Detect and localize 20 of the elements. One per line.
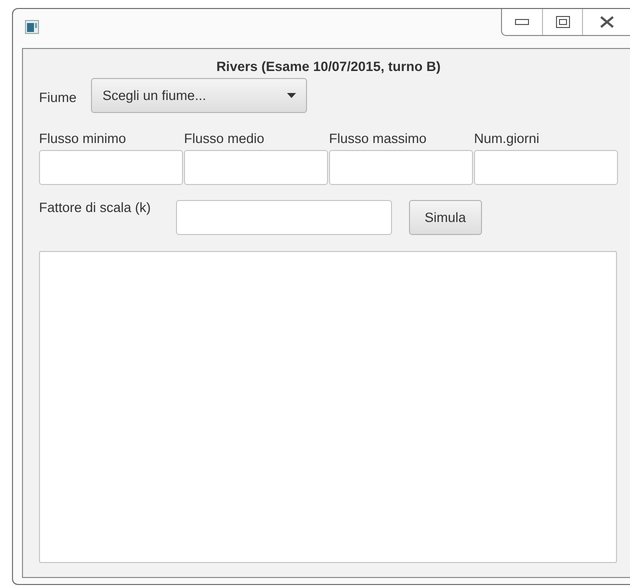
- river-label: Fiume: [39, 90, 77, 105]
- stat-field[interactable]: [329, 150, 473, 185]
- minimize-icon: [515, 19, 529, 25]
- stat-label: Flusso minimo: [39, 131, 128, 146]
- stat-label: Num.giorni: [474, 131, 540, 146]
- close-icon: [598, 16, 614, 28]
- stat-field[interactable]: [474, 150, 618, 185]
- stat-field[interactable]: [184, 150, 328, 185]
- app-title: Rivers (Esame 10/07/2015, turno B): [215, 59, 442, 74]
- app-icon: [25, 20, 39, 34]
- river-dropdown[interactable]: Scegli un fiume...: [90, 78, 307, 113]
- caret-icon: [286, 93, 296, 98]
- simulate-button[interactable]: Simula: [408, 200, 482, 235]
- scale-factor-field[interactable]: [176, 200, 392, 235]
- stat-label: Flusso massimo: [329, 131, 428, 146]
- stat-label: Flusso medio: [184, 131, 266, 146]
- stat-field[interactable]: [39, 150, 183, 185]
- scale-factor-label: Fattore di scala (k): [39, 200, 151, 215]
- maximize-icon: [556, 16, 570, 28]
- output-area[interactable]: [39, 251, 617, 563]
